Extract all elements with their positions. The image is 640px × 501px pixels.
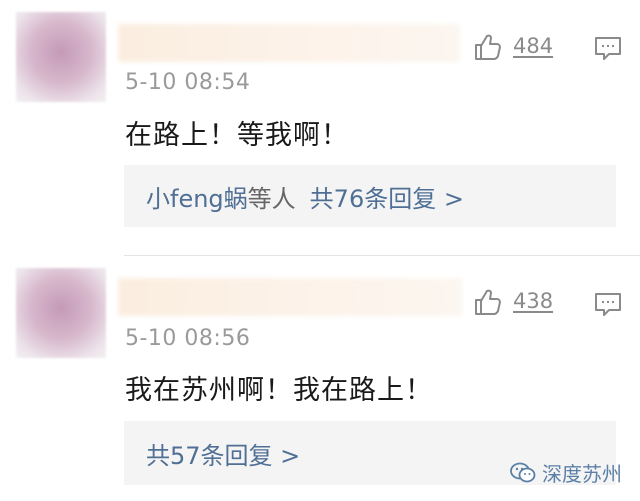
wechat-icon bbox=[510, 462, 536, 482]
reply-count[interactable]: 共76条回复 > bbox=[310, 179, 464, 214]
comment-time: 5-10 08:56 bbox=[125, 326, 251, 351]
comment-time: 5-10 08:54 bbox=[125, 70, 251, 95]
reply-users-suffix: 等人 bbox=[247, 184, 296, 213]
thumbs-up-icon[interactable] bbox=[472, 32, 502, 62]
thumbs-up-icon[interactable] bbox=[472, 287, 502, 317]
comment-icon[interactable] bbox=[594, 292, 622, 318]
comment-icon[interactable] bbox=[594, 36, 622, 62]
avatar[interactable] bbox=[16, 268, 106, 358]
comment-content: 我在苏州啊！我在路上！ bbox=[125, 375, 433, 406]
like-count[interactable]: 438 bbox=[513, 289, 553, 313]
username[interactable] bbox=[118, 24, 460, 62]
watermark: 深度苏州 bbox=[510, 458, 622, 487]
username[interactable] bbox=[118, 278, 462, 316]
reply-summary-button[interactable]: 小feng蜗 等人 共76条回复 > bbox=[124, 165, 616, 227]
comment-content: 在路上！等我啊！ bbox=[125, 120, 349, 151]
like-count[interactable]: 484 bbox=[513, 34, 553, 58]
avatar[interactable] bbox=[16, 12, 106, 102]
watermark-text: 深度苏州 bbox=[542, 462, 622, 486]
reply-count[interactable]: 共57条回复 > bbox=[146, 436, 300, 471]
divider bbox=[124, 255, 640, 256]
reply-users[interactable]: 小feng蜗 bbox=[146, 179, 248, 214]
